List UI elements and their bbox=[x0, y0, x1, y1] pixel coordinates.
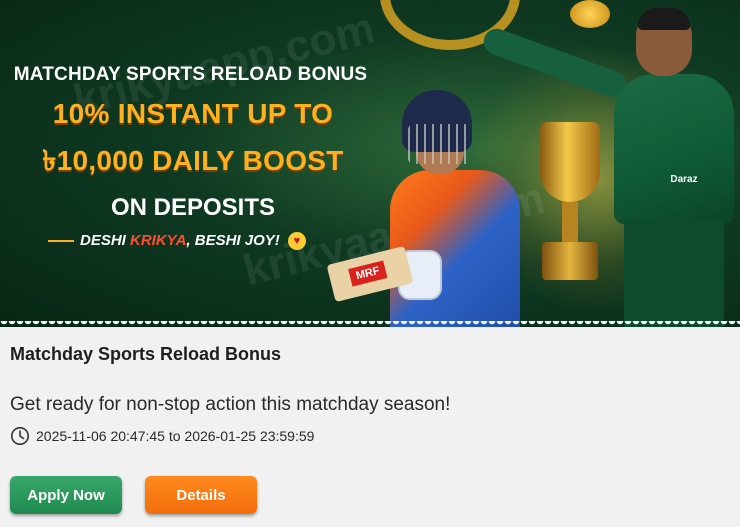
apply-now-button[interactable]: Apply Now bbox=[10, 476, 122, 514]
promo-period-text: 2025-11-06 20:47:45 to 2026-01-25 23:59:… bbox=[36, 428, 315, 444]
promo-period: 2025-11-06 20:47:45 to 2026-01-25 23:59:… bbox=[10, 425, 314, 447]
slogan-brand: KRIKYA bbox=[130, 232, 187, 249]
stamp-edge-divider bbox=[0, 321, 740, 327]
banner-headline: MATCHDAY SPORTS RELOAD BONUS bbox=[13, 64, 368, 85]
promo-title: Matchday Sports Reload Bonus bbox=[10, 344, 282, 364]
bat-logo: MRF bbox=[348, 260, 388, 287]
promo-banner: krikyaapp.com krikyaapp.com Daraz MRF MA… bbox=[0, 0, 740, 327]
batsman-image bbox=[390, 90, 550, 327]
bowler-image: Daraz bbox=[480, 8, 740, 327]
heart-eyes-emoji-icon: ♥ bbox=[287, 232, 306, 251]
slogan-dash bbox=[48, 240, 74, 243]
banner-offer-line-3: ON DEPOSITS bbox=[110, 194, 276, 221]
slogan-prefix: DESHI bbox=[80, 232, 126, 249]
slogan-suffix: , BESHI JOY! bbox=[186, 232, 280, 249]
clock-icon bbox=[11, 427, 29, 445]
promo-description: Get ready for non-stop action this match… bbox=[10, 394, 451, 415]
banner-offer-line-2: ৳10,000 DAILY BOOST bbox=[42, 145, 344, 176]
banner-slogan: DESHI KRIKYA, BESHI JOY! ♥ bbox=[48, 232, 306, 251]
promotion-card: krikyaapp.com krikyaapp.com Daraz MRF MA… bbox=[0, 0, 740, 527]
banner-offer-line-1: 10% INSTANT UP TO bbox=[52, 98, 334, 129]
jersey-sponsor: Daraz bbox=[670, 174, 698, 185]
details-button[interactable]: Details bbox=[145, 476, 257, 514]
